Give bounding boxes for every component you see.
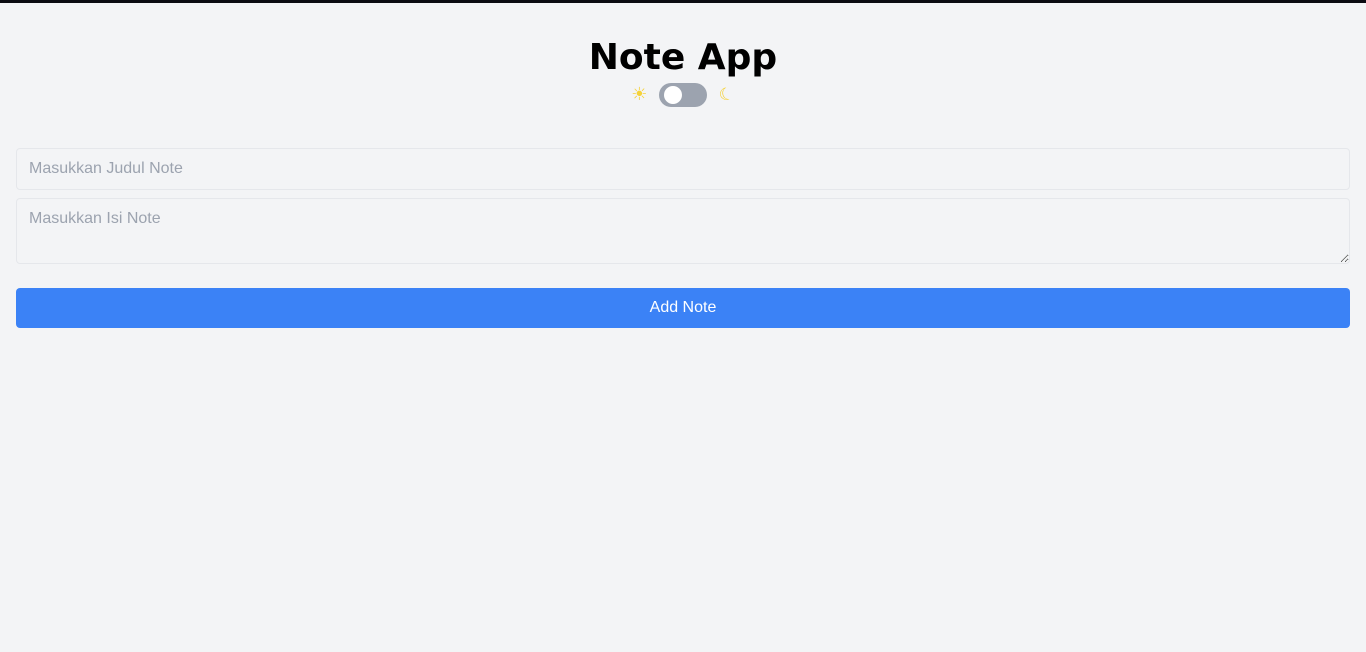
note-body-input[interactable]	[16, 198, 1350, 264]
app-header: Note App ☀ ☾	[16, 0, 1350, 108]
note-app: Note App ☀ ☾ Add Note	[0, 0, 1366, 652]
page-title: Note App	[588, 37, 778, 78]
toggle-knob	[664, 86, 683, 104]
theme-toggle[interactable]	[659, 83, 708, 107]
add-note-button[interactable]: Add Note	[16, 288, 1350, 328]
note-form: Add Note	[16, 148, 1350, 328]
sun-icon: ☀	[631, 84, 648, 105]
moon-icon: ☾	[717, 83, 738, 107]
theme-switcher: ☀ ☾	[16, 82, 1350, 108]
note-title-input[interactable]	[16, 148, 1350, 190]
